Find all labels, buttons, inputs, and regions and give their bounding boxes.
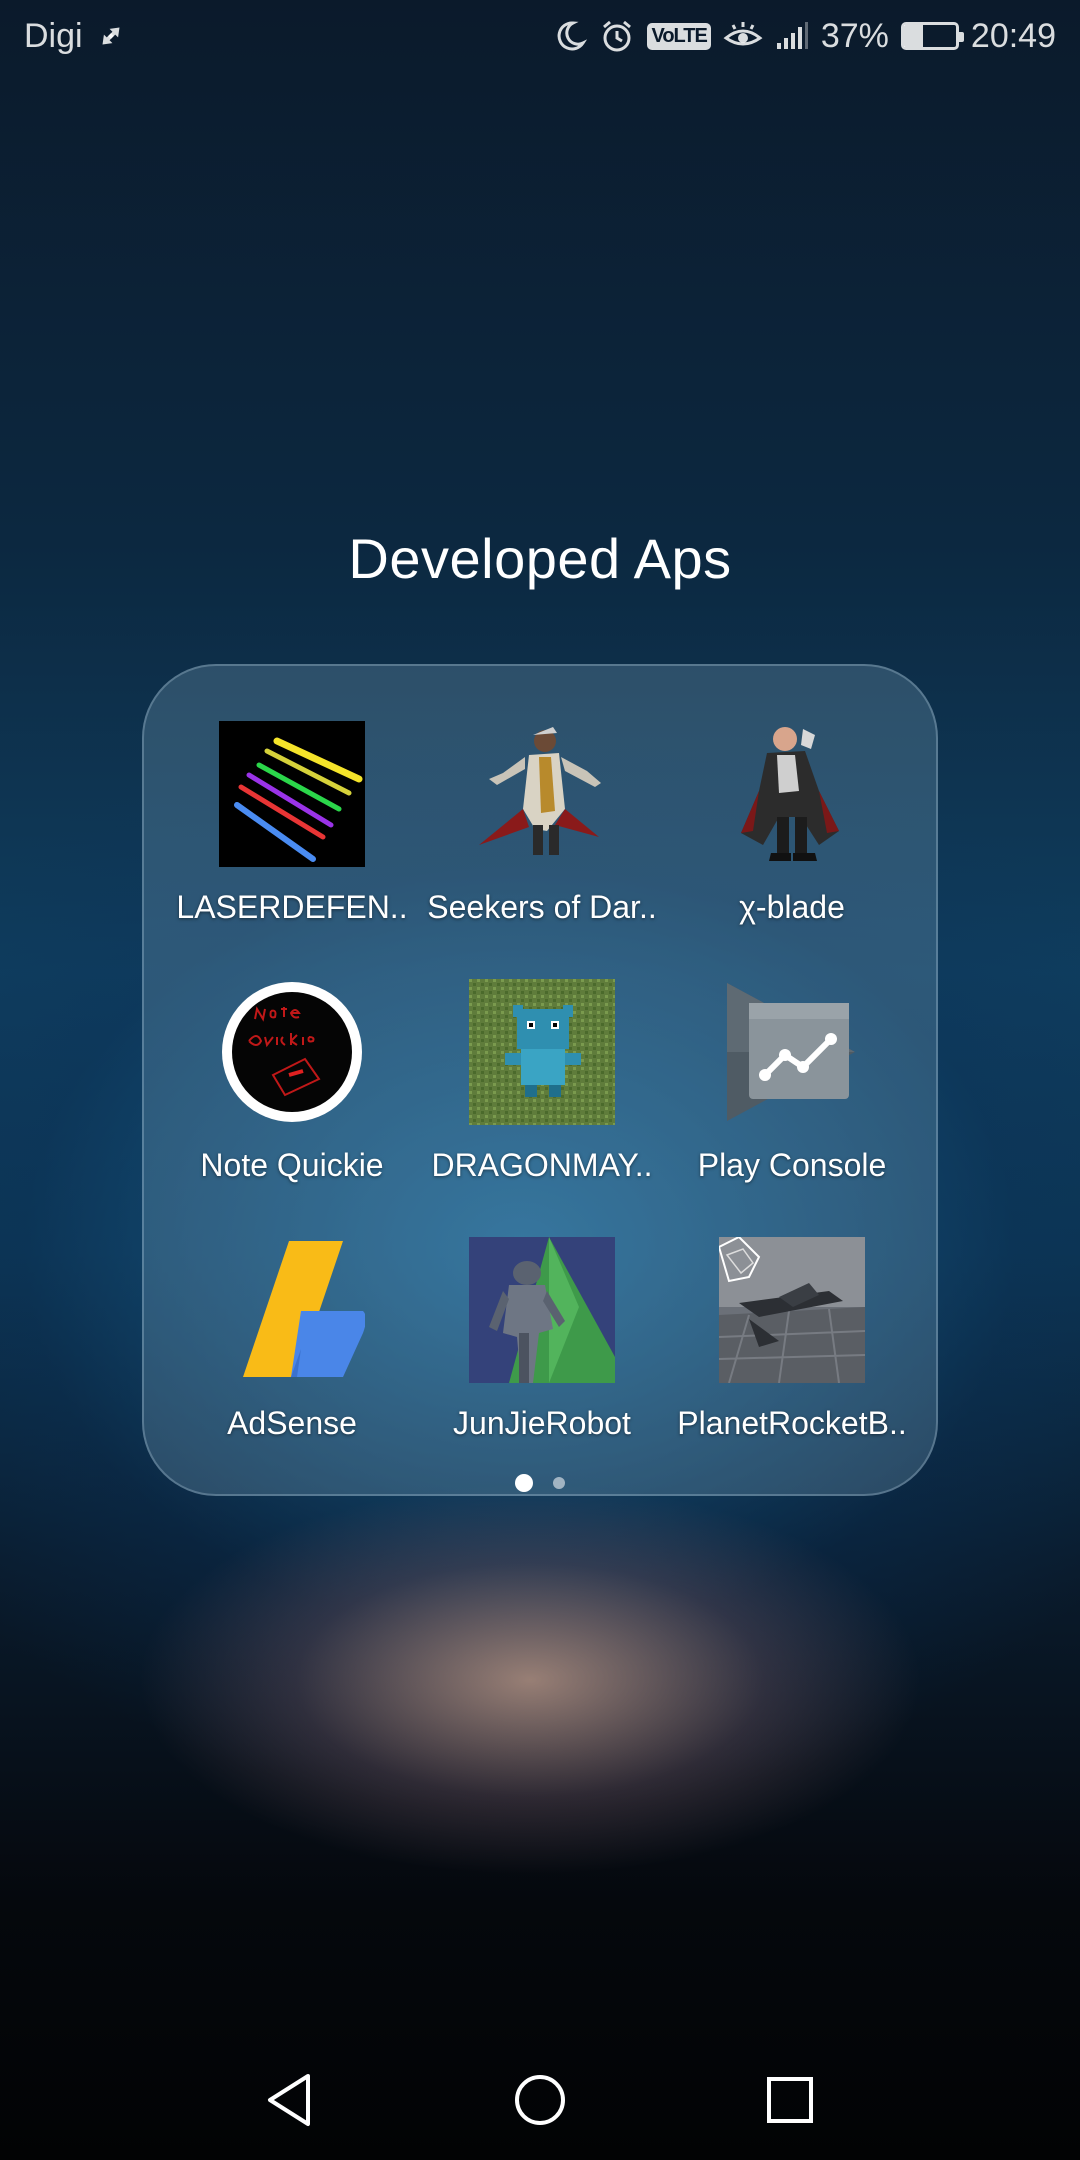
recents-button[interactable] xyxy=(760,2070,820,2130)
laser-app-icon xyxy=(219,721,365,867)
app-label: JunJieRobot xyxy=(453,1405,631,1441)
signal-strength-icon xyxy=(775,21,809,51)
dragonmay-app-icon xyxy=(469,979,615,1125)
play-console-app-icon xyxy=(719,979,865,1125)
battery-charging-icon xyxy=(900,22,964,50)
back-button[interactable] xyxy=(260,2070,320,2130)
eye-comfort-icon xyxy=(723,20,763,52)
app-seekers-of-darkness[interactable]: Seekers of Dar.. xyxy=(417,721,667,926)
page-dot-active[interactable] xyxy=(515,1474,533,1492)
battery-fill xyxy=(903,25,924,47)
seekers-app-icon xyxy=(469,721,615,867)
carrier-name: Digi xyxy=(24,16,83,55)
clock-time: 20:49 xyxy=(970,16,1056,55)
note-quickie-app-icon xyxy=(219,979,365,1125)
app-planet-rocket[interactable]: PlanetRocketB.. xyxy=(667,1237,917,1442)
recents-square-icon xyxy=(767,2077,813,2123)
app-folder: LASERDEFEN.. Seekers of Dar.. χ-blade No… xyxy=(142,664,938,1496)
app-label: DRAGONMAY.. xyxy=(431,1147,653,1183)
app-play-console[interactable]: Play Console xyxy=(667,979,917,1184)
data-transfer-icon xyxy=(95,20,127,52)
app-label: AdSense xyxy=(227,1405,357,1441)
folder-title[interactable]: Developed Aps xyxy=(0,526,1080,591)
planet-rocket-app-icon xyxy=(719,1237,865,1383)
junjie-robot-app-icon xyxy=(469,1237,615,1383)
app-label: PlanetRocketB.. xyxy=(677,1405,907,1441)
navigation-bar xyxy=(0,2040,1080,2160)
back-triangle-icon xyxy=(268,2074,310,2126)
home-circle-icon xyxy=(515,2075,565,2125)
do-not-disturb-moon-icon xyxy=(553,19,588,53)
home-button[interactable] xyxy=(510,2070,570,2130)
volte-icon: VoLTE xyxy=(647,22,711,50)
app-note-quickie[interactable]: Note Quickie xyxy=(167,979,417,1184)
adsense-app-icon xyxy=(219,1237,365,1383)
page-indicator xyxy=(144,1474,936,1492)
status-bar: Digi VoLTE 37% 20:49 xyxy=(0,0,1080,72)
page-dot-inactive[interactable] xyxy=(553,1477,565,1489)
app-label: Note Quickie xyxy=(200,1147,384,1183)
app-adsense[interactable]: AdSense xyxy=(167,1237,417,1442)
battery-percent: 37% xyxy=(820,16,889,55)
x-blade-app-icon xyxy=(719,721,865,867)
app-label: LASERDEFEN.. xyxy=(176,889,408,925)
app-label: Seekers of Dar.. xyxy=(427,889,657,925)
app-junjie-robot[interactable]: JunJieRobot xyxy=(417,1237,667,1442)
app-label: χ-blade xyxy=(739,889,845,925)
app-label: Play Console xyxy=(697,1147,887,1183)
alarm-icon xyxy=(599,18,635,54)
app-laserdefender[interactable]: LASERDEFEN.. xyxy=(167,721,417,926)
app-dragonmay[interactable]: DRAGONMAY.. xyxy=(417,979,667,1184)
app-x-blade[interactable]: χ-blade xyxy=(667,721,917,926)
